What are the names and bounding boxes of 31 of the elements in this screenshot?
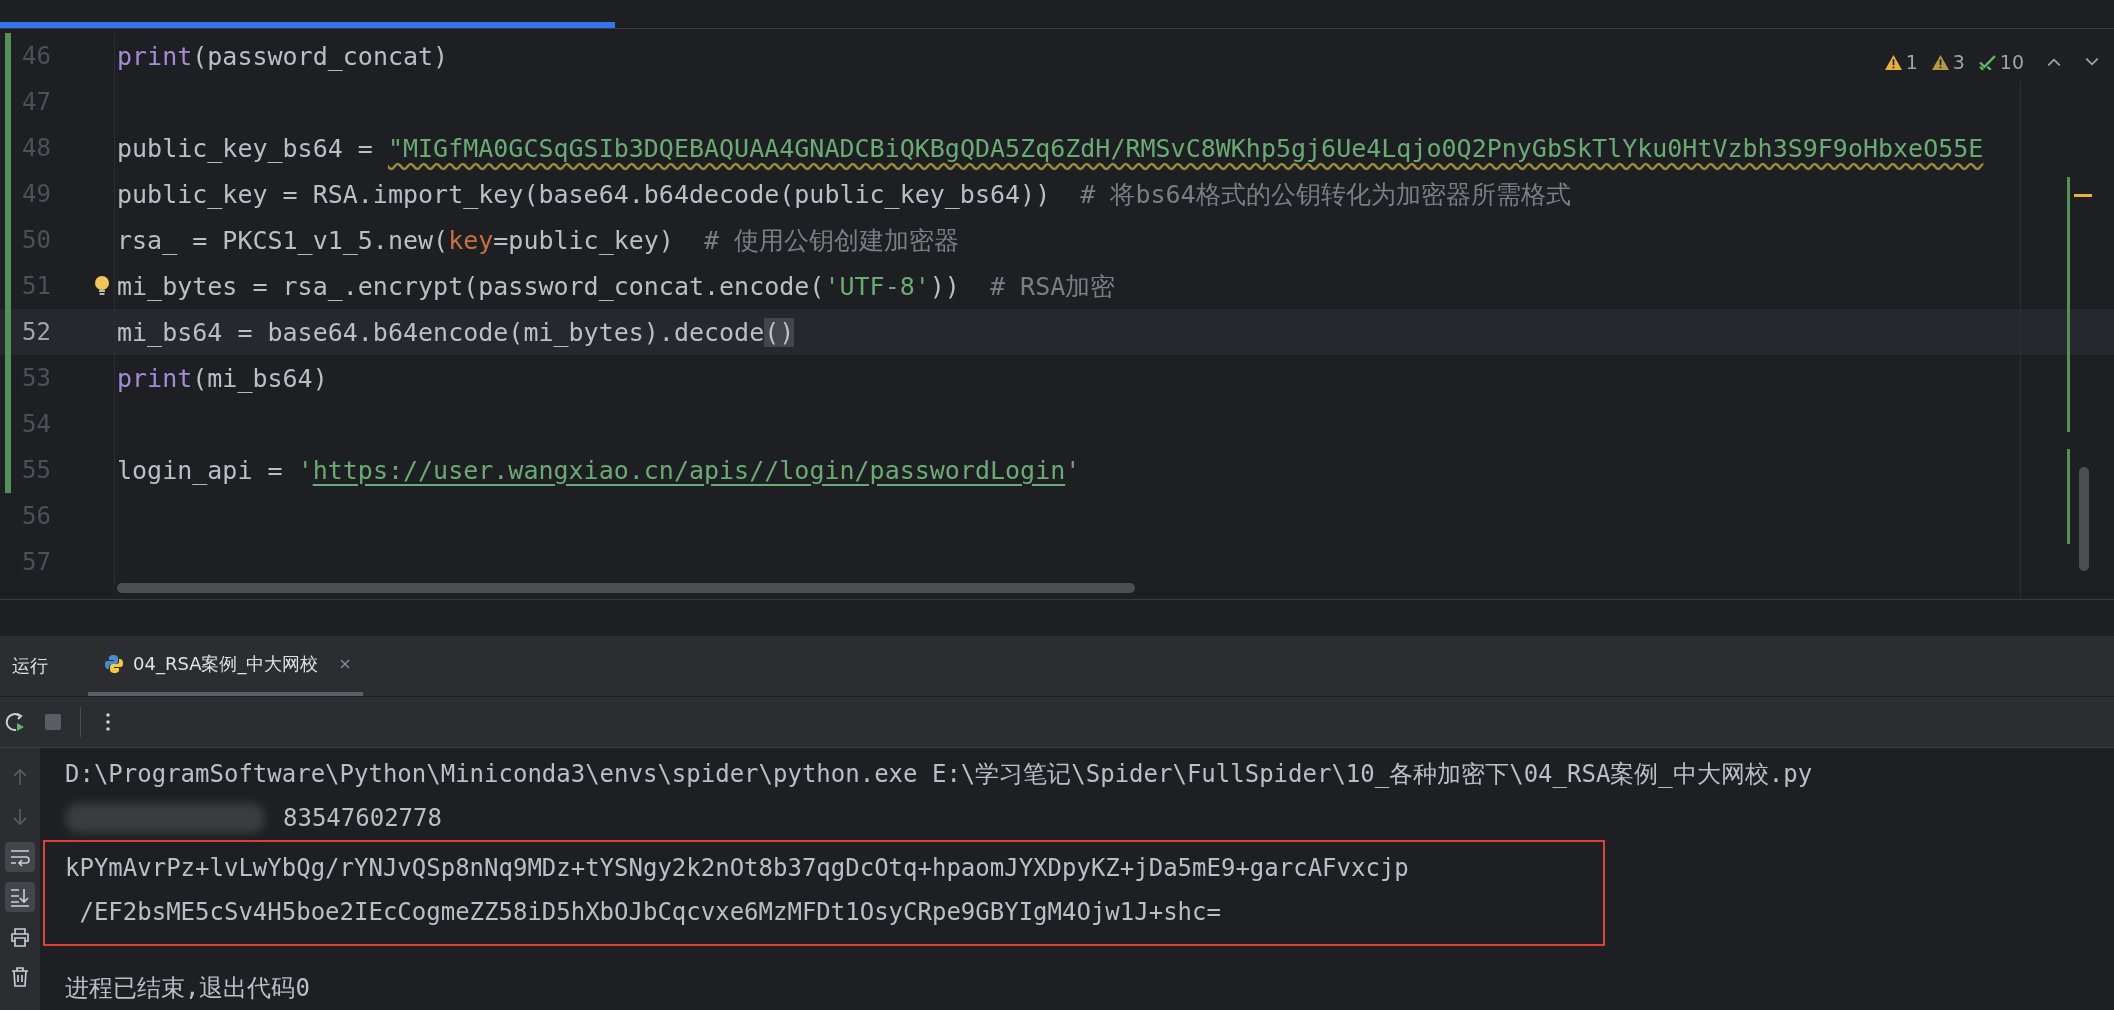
soft-wrap-icon[interactable] — [5, 842, 35, 872]
lightbulb-icon[interactable] — [94, 275, 110, 297]
code-line: print(mi_bs64) — [117, 363, 328, 393]
scrollbar-thumb[interactable] — [117, 583, 1135, 594]
warning-icon — [1931, 54, 1949, 70]
rerun-icon[interactable] — [4, 711, 26, 734]
console-command: D:\ProgramSoftware\Python\Miniconda3\envs\spider\python.exe E:\学习笔记\Spider\FullSpider\10_各种加密下\04_RSA案例_中大网校.py — [65, 759, 1813, 790]
warning-marker[interactable] — [2074, 194, 2092, 197]
console-output: kPYmAvrPz+lvLwYbQg/rYNJvQSp8nNq9MDz+tYSNgy2k2nOt8b37qgDcOtq+hpaomJYXDpyKZ+jDa5mE9+garcAFvxcjp — [65, 853, 1410, 884]
inspection-count[interactable]: 1 — [1884, 51, 1918, 73]
python-icon — [104, 654, 124, 675]
code-line: login_api = 'https://user.wangxiao.cn/apis//login/passwordLogin' — [117, 455, 1081, 485]
chevron-down-icon[interactable] — [2084, 56, 2100, 68]
code-line: mi_bytes = rsa_.encrypt(password_concat.encode('UTF-8')) # RSA加密 — [117, 271, 1116, 301]
panel-title: 运行 — [12, 654, 48, 679]
code-line: public_key_bs64 = "MIGfMA0GCSqGSIb3DQEBAQUAA4GNADCBiQKBgQDA5Zq6ZdH/RMSvC8WKhp5gj6Ue4Lqjo0Q2PnyGbSkTlYku0HtVzbh3S9F9oHbxeO55E — [117, 133, 1984, 163]
code-line: rsa_ = PKCS1_v1_5.new(key=public_key) # 使用公钥创建加密器 — [117, 225, 960, 255]
exit-message: 进程已结束,退出代码0 — [65, 973, 310, 1004]
check-icon — [1978, 54, 1996, 70]
console-output: 83547602778 — [283, 804, 442, 832]
close-icon[interactable] — [339, 658, 352, 671]
line-number: 52 — [22, 318, 51, 346]
chevron-up-icon[interactable] — [2046, 56, 2062, 68]
scrollbar-thumb[interactable] — [2079, 467, 2089, 571]
inspection-count[interactable]: 3 — [1931, 51, 1965, 73]
code-line: mi_bs64 = base64.b64encode(mi_bytes).decode() — [117, 317, 795, 347]
console-output: /EF2bsME5cSv4H5boe2IEcCogmeZZ58iD5hXbOJbCqcvxe6MzMFDt1OsyCRpe9GBYIgM4Ojw1J+shc= — [78, 897, 1222, 928]
code-line: public_key = RSA.import_key(base64.b64decode(public_key_bs64)) # 将bs64格式的公钥转化为加密器所需格式 — [117, 179, 1571, 209]
inspection-count[interactable]: 10 — [1978, 51, 2024, 73]
code-line: print(password_concat) — [117, 41, 449, 71]
scroll-to-end-icon[interactable] — [5, 882, 35, 912]
